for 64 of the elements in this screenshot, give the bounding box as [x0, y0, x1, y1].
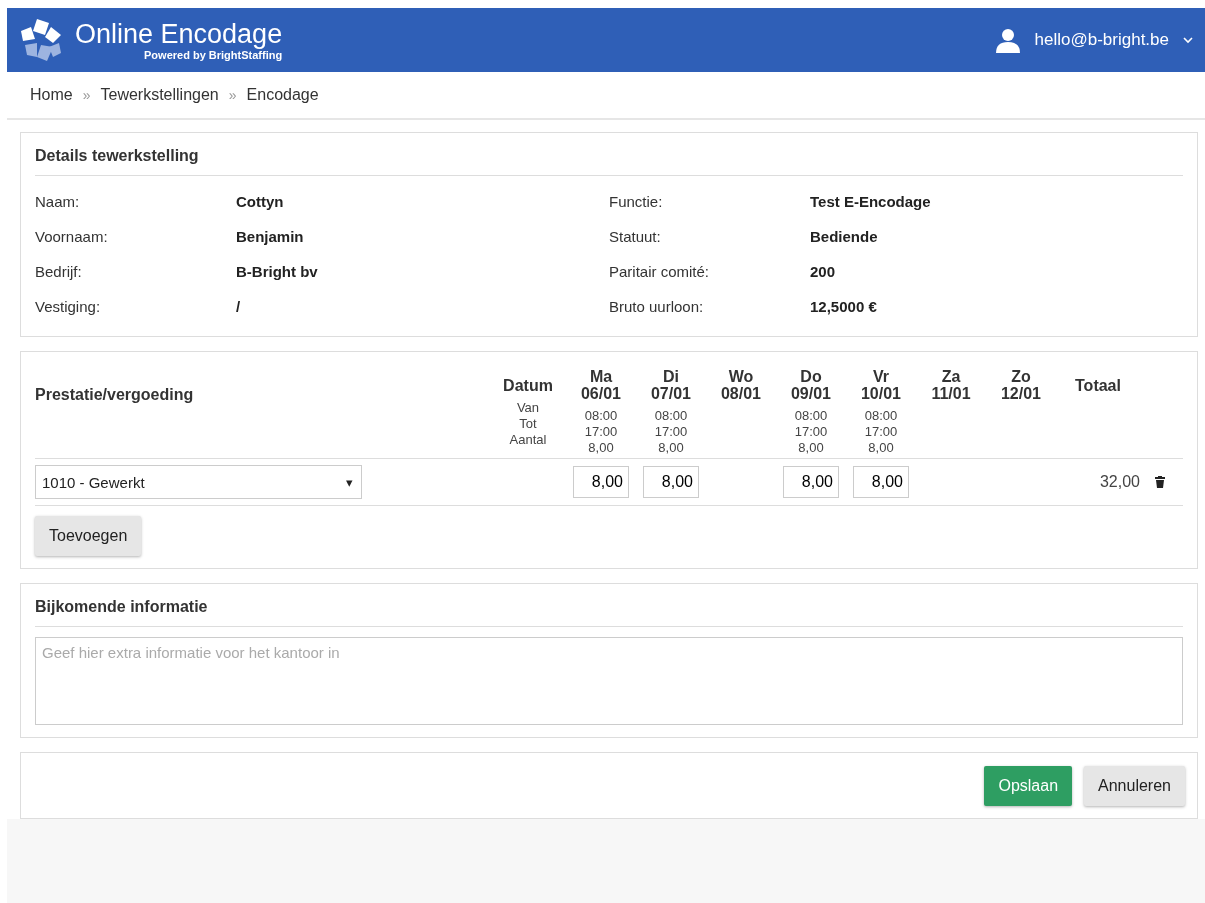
app-subtitle: Powered by BrightStaffing — [144, 49, 283, 61]
time-value: 17:00 — [864, 424, 898, 440]
cancel-button[interactable]: Annuleren — [1084, 766, 1185, 806]
day-header: Wo 08/01 — [720, 368, 761, 402]
section-title: Bijkomende informatie — [35, 592, 1183, 627]
field-label: Vestiging: — [35, 298, 102, 315]
field-label: Paritair comité: — [609, 263, 711, 280]
column-header: Totaal — [1075, 376, 1121, 394]
time-value: 08:00 — [584, 408, 618, 424]
add-button[interactable]: Toevoegen — [35, 516, 142, 556]
column-header: Datum — [503, 376, 553, 394]
time-value: 17:00 — [654, 424, 688, 440]
field-value: / — [236, 298, 241, 315]
hours-input[interactable]: 8,00 — [783, 466, 839, 498]
field-label: Naam: — [35, 193, 81, 210]
hours-input[interactable]: 8,00 — [853, 466, 909, 498]
section-title: Prestatie/vergoeding — [35, 385, 195, 405]
time-value: 08:00 — [654, 408, 688, 424]
app-title: Online Encodage — [75, 19, 283, 49]
day-header: Vr 10/01 — [860, 368, 901, 402]
field-label: Functie: — [609, 193, 664, 210]
section-title: Details tewerkstelling — [35, 141, 1183, 176]
time-value: 08:00 — [864, 408, 898, 424]
day-header: Za 11/01 — [931, 368, 971, 402]
caret-icon: ▾ — [346, 474, 353, 490]
breadcrumb-separator: » — [228, 87, 237, 103]
chevron-icon — [1183, 36, 1193, 44]
hours-value: 8,00 — [658, 440, 684, 456]
field-value: Cottyn — [236, 193, 284, 210]
user-icon — [994, 27, 1021, 53]
row-label: Van — [516, 400, 540, 416]
trash-icon[interactable] — [1155, 476, 1165, 488]
field-value: 12,5000 € — [810, 298, 877, 315]
field-value: B-Bright bv — [236, 263, 318, 280]
hours-value: 8,00 — [588, 440, 614, 456]
hours-value: 8,00 — [798, 440, 824, 456]
field-label: Bruto uurloon: — [609, 298, 705, 315]
breadcrumb-separator: » — [82, 87, 91, 103]
time-value: 08:00 — [794, 408, 828, 424]
user-menu[interactable]: hello@b-bright.be — [994, 27, 1193, 53]
day-header: Zo 12/01 — [1000, 368, 1041, 402]
breadcrumb-link[interactable]: Tewerkstellingen — [100, 86, 219, 104]
time-value: 17:00 — [584, 424, 618, 440]
row-label: Tot — [519, 416, 537, 432]
hours-value: 8,00 — [868, 440, 894, 456]
breadcrumb-link[interactable]: Encodage — [246, 86, 319, 104]
field-value: 200 — [810, 263, 836, 280]
day-header: Do 09/01 — [790, 368, 831, 402]
total-value: 32,00 — [1098, 473, 1140, 491]
field-label: Statuut: — [609, 228, 662, 245]
code-select[interactable]: 1010 - Gewerkt ▾ — [35, 465, 362, 499]
day-header: Di 07/01 — [650, 368, 691, 402]
day-header: Ma 06/01 — [580, 368, 621, 402]
field-label: Bedrijf: — [35, 263, 83, 280]
field-label: Voornaam: — [35, 228, 109, 245]
hours-input[interactable]: 8,00 — [643, 466, 699, 498]
breadcrumb-link[interactable]: Home — [30, 86, 73, 104]
info-textarea[interactable]: Geef hier extra informatie voor het kantoor in — [35, 637, 1183, 725]
hours-input[interactable]: 8,00 — [573, 466, 629, 498]
field-value: Benjamin — [236, 228, 304, 245]
field-value: Bediende — [810, 228, 878, 245]
row-label: Aantal — [509, 432, 547, 448]
field-value: Test E-Encodage — [810, 193, 931, 210]
time-value: 17:00 — [794, 424, 828, 440]
